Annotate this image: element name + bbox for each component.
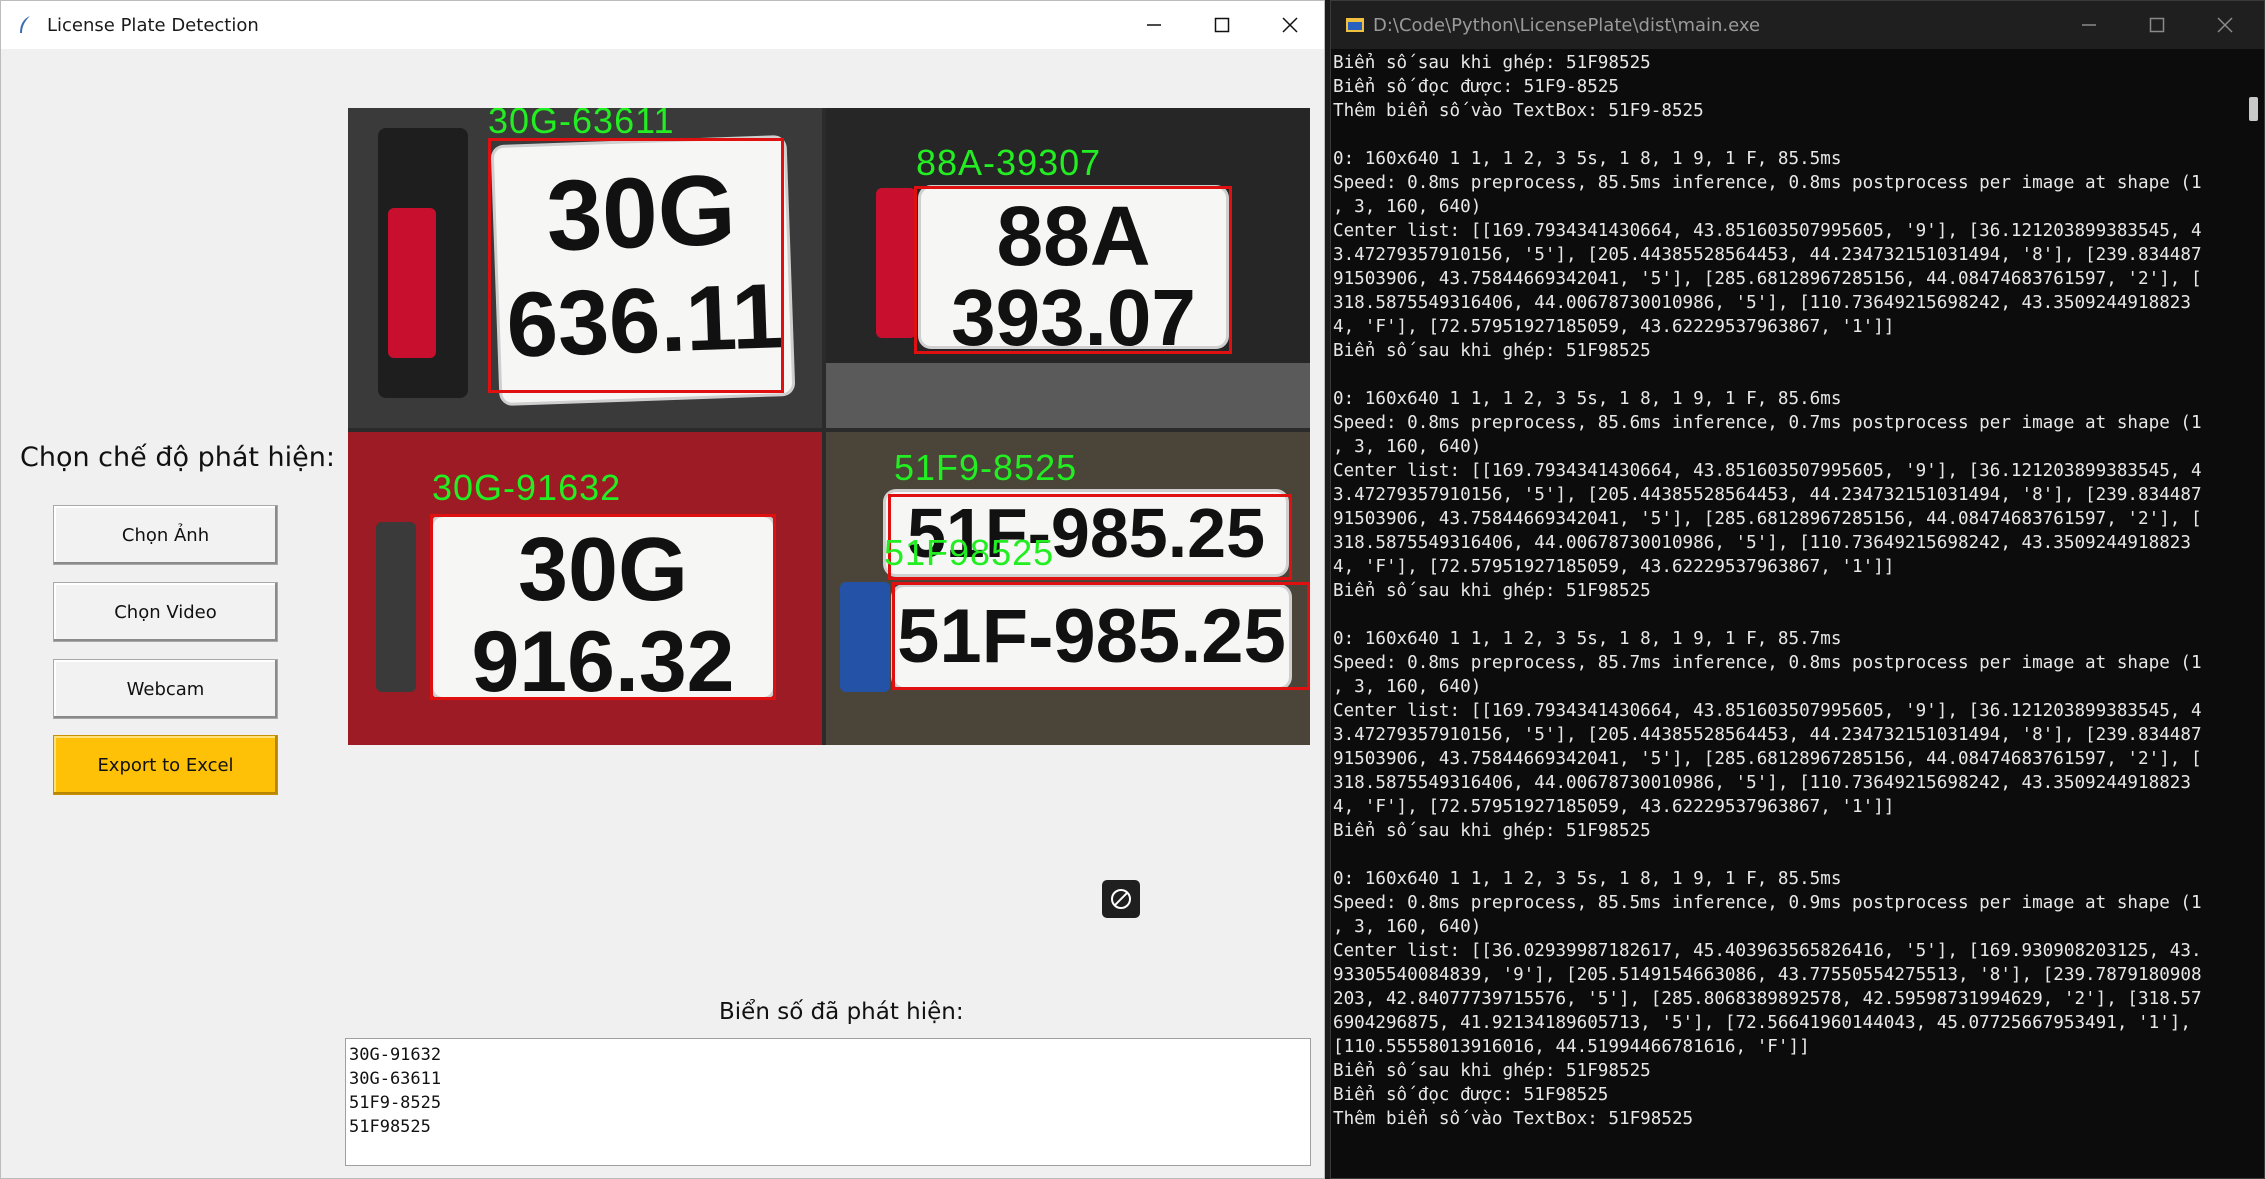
export-excel-button[interactable]: Export to Excel <box>53 735 278 795</box>
console-line: 91503906, 43.75844669342041, '5'], [285.… <box>1333 749 2202 769</box>
console-line: 0: 160x640 1 1, 1 2, 3 5s, 1 8, 1 9, 1 F… <box>1333 389 1842 409</box>
console-line: [110.55558013916016, 44.51994466781616, … <box>1333 1037 1810 1057</box>
image-panel-1: 30G 636.11 30G-63611 <box>348 108 822 428</box>
close-button[interactable] <box>1254 1 1326 49</box>
console-titlebar: D:\Code\Python\LicensePlate\dist\main.ex… <box>1331 1 2264 49</box>
prohibited-icon <box>1111 889 1131 909</box>
console-line: Biển số sau khi ghép: 51F98525 <box>1333 821 1651 841</box>
plate-entry: 51F9-8525 <box>349 1093 442 1113</box>
console-line: Biển số đọc được: 51F9-8525 <box>1333 77 1619 97</box>
console-line: Biển số sau khi ghép: 51F98525 <box>1333 581 1651 601</box>
console-line: 318.5875549316406, 44.00678730010986, '5… <box>1333 293 2191 313</box>
console-line: Speed: 0.8ms preprocess, 85.5ms inferenc… <box>1333 173 2202 193</box>
console-line: 203, 42.84077739715576, '5'], [285.80683… <box>1333 989 2202 1009</box>
console-line: Thêm biển số vào TextBox: 51F9-8525 <box>1333 101 1704 121</box>
console-line: , 3, 160, 640) <box>1333 677 1482 697</box>
console-line: 91503906, 43.75844669342041, '5'], [285.… <box>1333 269 2202 289</box>
feather-icon <box>20 16 30 33</box>
maximize-button[interactable] <box>1186 1 1258 49</box>
console-line: 0: 160x640 1 1, 1 2, 3 5s, 1 8, 1 9, 1 F… <box>1333 629 1842 649</box>
minimize-button[interactable] <box>1118 1 1190 49</box>
console-line: Speed: 0.8ms preprocess, 85.6ms inferenc… <box>1333 413 2202 433</box>
console-close-button[interactable] <box>2189 1 2261 49</box>
console-line: 3.47279357910156, '5'], [205.44385528564… <box>1333 725 2202 745</box>
console-line: 318.5875549316406, 44.00678730010986, '5… <box>1333 533 2191 553</box>
console-line: 91503906, 43.75844669342041, '5'], [285.… <box>1333 509 2202 529</box>
console-window: D:\Code\Python\LicensePlate\dist\main.ex… <box>1330 0 2265 1179</box>
detection-label: 51F9-8525 <box>894 447 1078 488</box>
minimize-icon <box>1147 24 1161 26</box>
plate-entry: 51F98525 <box>349 1117 431 1137</box>
console-line: , 3, 160, 640) <box>1333 917 1482 937</box>
detection-label: 88A-39307 <box>916 142 1102 183</box>
image-panel-2: 88A 393.07 88A-39307 <box>826 108 1310 428</box>
detection-label: 30G-91632 <box>432 467 622 508</box>
flag-badge <box>876 188 916 338</box>
detected-plates-textbox[interactable]: 30G-91632 30G-63611 51F9-8525 51F98525 <box>345 1038 1311 1166</box>
console-line: , 3, 160, 640) <box>1333 197 1482 217</box>
choose-video-button[interactable]: Chọn Video <box>53 582 278 642</box>
console-line: Speed: 0.8ms preprocess, 85.5ms inferenc… <box>1333 893 2202 913</box>
flag-badge <box>388 208 436 358</box>
terminal-app-icon <box>1346 18 1364 32</box>
console-line: 3.47279357910156, '5'], [205.44385528564… <box>1333 245 2202 265</box>
no-entry-icon[interactable] <box>1102 880 1140 918</box>
image-panel-4: 51F-985.25 51F-985.25 51F9-8525 51F98525 <box>826 432 1310 745</box>
console-line: Center list: [[169.7934341430664, 43.851… <box>1333 461 2202 481</box>
detected-plates-label: Biển số đã phát hiện: <box>719 999 964 1025</box>
maximize-icon <box>2149 17 2165 33</box>
plate-entry: 30G-91632 <box>349 1045 442 1065</box>
console-minimize-button[interactable] <box>2053 1 2125 49</box>
maximize-icon <box>1214 17 1230 33</box>
webcam-button[interactable]: Webcam <box>53 659 278 719</box>
console-line: 0: 160x640 1 1, 1 2, 3 5s, 1 8, 1 9, 1 F… <box>1333 869 1842 889</box>
console-line: Thêm biển số vào TextBox: 51F98525 <box>1333 1109 1694 1129</box>
detection-box <box>430 514 776 700</box>
console-line: 318.5875549316406, 44.00678730010986, '5… <box>1333 773 2191 793</box>
console-line: Biển số sau khi ghép: 51F98525 <box>1333 341 1651 361</box>
console-maximize-button[interactable] <box>2121 1 2193 49</box>
image-panel-3: 30G 916.32 30G-91632 <box>348 432 822 745</box>
detection-box <box>488 138 784 393</box>
console-line: 6904296875, 41.92134189605713, '5'], [72… <box>1333 1013 2191 1033</box>
console-line: 0: 160x640 1 1, 1 2, 3 5s, 1 8, 1 9, 1 F… <box>1333 149 1842 169</box>
detection-box-bottom <box>892 582 1310 690</box>
console-line: Center list: [[169.7934341430664, 43.851… <box>1333 221 2202 241</box>
detection-image: 30G 636.11 30G-63611 88A 393.07 88A-3930… <box>348 108 1310 745</box>
flag-badge <box>376 522 416 692</box>
detection-box <box>914 186 1232 354</box>
app-titlebar: License Plate Detection <box>1 1 1324 49</box>
mode-label: Chọn chế độ phát hiện: <box>20 442 335 473</box>
console-line: Biển số đọc được: 51F98525 <box>1333 1085 1609 1105</box>
app-title: License Plate Detection <box>47 14 259 36</box>
choose-image-button[interactable]: Chọn Ảnh <box>53 505 278 565</box>
close-icon <box>1282 17 1298 33</box>
console-scrollbar[interactable] <box>2249 97 2258 121</box>
console-line: Center list: [[36.02939987182617, 45.403… <box>1333 941 2202 961</box>
minimize-icon <box>2082 24 2096 26</box>
flag-badge <box>840 582 890 692</box>
app-window: License Plate Detection Chọn chế độ phát… <box>0 0 1325 1179</box>
console-line: 3.47279357910156, '5'], [205.44385528564… <box>1333 485 2202 505</box>
console-line: 4, 'F'], [72.57951927185059, 43.62229537… <box>1333 317 1895 337</box>
console-output: Biển số sau khi ghép: 51F98525 Biển số đọ… <box>1333 51 2233 1131</box>
console-title: D:\Code\Python\LicensePlate\dist\main.ex… <box>1373 14 1761 36</box>
plate-entry: 30G-63611 <box>349 1069 442 1089</box>
detection-label: 30G-63611 <box>488 108 675 141</box>
console-line: Biển số sau khi ghép: 51F98525 <box>1333 1061 1651 1081</box>
console-line: 4, 'F'], [72.57951927185059, 43.62229537… <box>1333 797 1895 817</box>
console-line: Center list: [[169.7934341430664, 43.851… <box>1333 701 2202 721</box>
console-line: Speed: 0.8ms preprocess, 85.7ms inferenc… <box>1333 653 2202 673</box>
console-line: Biển số sau khi ghép: 51F98525 <box>1333 53 1651 73</box>
close-icon <box>2217 17 2233 33</box>
detection-label-2: 51F98525 <box>884 532 1055 573</box>
console-line: 4, 'F'], [72.57951927185059, 43.62229537… <box>1333 557 1895 577</box>
console-line: , 3, 160, 640) <box>1333 437 1482 457</box>
console-line: 93305540084839, '9'], [205.5149154663086… <box>1333 965 2202 985</box>
